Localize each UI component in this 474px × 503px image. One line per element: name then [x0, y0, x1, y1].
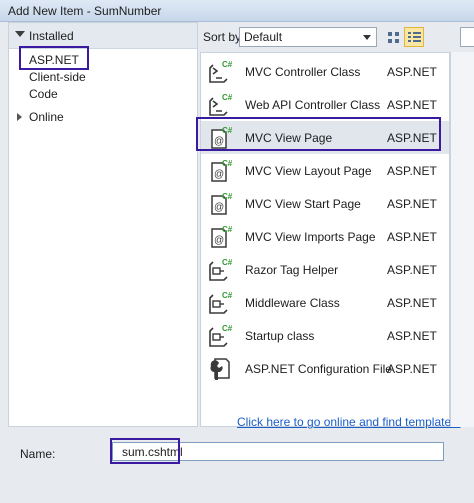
list-view-icon [408, 32, 421, 43]
csharp-razor-page-icon: @ C# [207, 125, 233, 151]
svg-text:@: @ [214, 136, 224, 147]
template-toolbar: Sort by: Default [200, 24, 474, 50]
csharp-class-icon: C# [207, 323, 233, 349]
template-item-mvc-view-page[interactable]: @ C# MVC View Page ASP.NET [201, 121, 449, 154]
list-view-button[interactable] [404, 27, 424, 47]
template-item-startup-class[interactable]: C# Startup class ASP.NET [201, 319, 449, 352]
template-item-mvc-view-layout-page[interactable]: @ C# MVC View Layout Page ASP.NET [201, 154, 449, 187]
svg-text:@: @ [214, 202, 224, 213]
csharp-class-icon: C# [207, 290, 233, 316]
template-name: Middleware Class [245, 296, 340, 310]
template-name: ASP.NET Configuration File [245, 362, 392, 376]
template-name: Web API Controller Class [245, 98, 381, 112]
window-title: Add New Item - SumNumber [8, 4, 162, 18]
csharp-class-icon: C# [207, 257, 233, 283]
svg-text:C#: C# [222, 192, 233, 201]
expand-down-icon [15, 31, 25, 37]
sort-by-value: Default [244, 30, 283, 44]
csharp-razor-page-icon: @ C# [207, 224, 233, 250]
online-label: Online [29, 110, 64, 124]
template-item-mvc-controller-class[interactable]: C# MVC Controller Class ASP.NET [201, 55, 449, 88]
template-item-mvc-view-start-page[interactable]: @ C# MVC View Start Page ASP.NET [201, 187, 449, 220]
csharp-controller-icon: C# [207, 59, 233, 85]
template-item-mvc-view-imports-page[interactable]: @ C# MVC View Imports Page ASP.NET [201, 220, 449, 253]
template-item-middleware-class[interactable]: C# Middleware Class ASP.NET [201, 286, 449, 319]
csharp-razor-page-icon: @ C# [207, 158, 233, 184]
svg-text:@: @ [214, 235, 224, 246]
highlight-box-aspnet [19, 46, 89, 70]
template-name: MVC View Start Page [245, 197, 361, 211]
template-item-razor-tag-helper[interactable]: C# Razor Tag Helper ASP.NET [201, 253, 449, 286]
template-item-asp-net-configuration-file[interactable]: ASP.NET Configuration File ASP.NET [201, 352, 449, 385]
template-language: ASP.NET [387, 98, 437, 112]
category-tree: Installed ASP.NET Client-side Code Onlin… [8, 22, 198, 427]
template-language: ASP.NET [387, 131, 437, 145]
add-new-item-dialog: Installed ASP.NET Client-side Code Onlin… [0, 22, 474, 503]
svg-text:C#: C# [222, 60, 233, 69]
svg-text:C#: C# [222, 324, 233, 333]
template-language: ASP.NET [387, 362, 437, 376]
grid-view-icon [388, 32, 399, 43]
template-name: MVC View Layout Page [245, 164, 372, 178]
chevron-down-icon [363, 35, 371, 40]
template-name: Startup class [245, 329, 315, 343]
tree-item-online[interactable]: Online [9, 109, 197, 127]
template-language: ASP.NET [387, 296, 437, 310]
tree-item-client-side[interactable]: Client-side [29, 70, 86, 84]
template-language: ASP.NET [387, 164, 437, 178]
template-name: MVC Controller Class [245, 65, 361, 79]
svg-text:C#: C# [222, 258, 233, 267]
template-name: MVC View Page [245, 131, 333, 145]
config-wrench-icon [207, 356, 233, 382]
template-language: ASP.NET [387, 65, 437, 79]
name-input[interactable] [112, 442, 444, 461]
expand-right-icon [17, 113, 22, 121]
template-name: MVC View Imports Page [245, 230, 376, 244]
template-language: ASP.NET [387, 230, 437, 244]
name-row: Name: [0, 432, 474, 467]
csharp-controller-icon: C# [207, 92, 233, 118]
details-pane [450, 52, 474, 427]
svg-text:C#: C# [222, 93, 233, 102]
name-label: Name: [20, 447, 56, 461]
title-bar: Add New Item - SumNumber [0, 0, 474, 22]
tree-item-code[interactable]: Code [29, 87, 58, 101]
grid-view-button[interactable] [383, 27, 403, 47]
template-name: Razor Tag Helper [245, 263, 339, 277]
template-list: ASP.NET Configuration File ASP.NET C# Start… [200, 52, 460, 429]
template-language: ASP.NET [387, 197, 437, 211]
search-input[interactable] [460, 27, 474, 47]
svg-text:C#: C# [222, 159, 233, 168]
svg-text:C#: C# [222, 126, 233, 135]
template-item-web-api-controller-class[interactable]: C# Web API Controller Class ASP.NET [201, 88, 449, 121]
svg-text:@: @ [214, 169, 224, 180]
csharp-razor-page-icon: @ C# [207, 191, 233, 217]
svg-text:C#: C# [222, 225, 233, 234]
sort-by-dropdown[interactable]: Default [239, 27, 377, 47]
template-language: ASP.NET [387, 263, 437, 277]
find-templates-online-link[interactable]: Click here to go online and find templat… [237, 415, 460, 429]
template-language: ASP.NET [387, 329, 437, 343]
svg-text:C#: C# [222, 291, 233, 300]
installed-label: Installed [29, 29, 74, 43]
